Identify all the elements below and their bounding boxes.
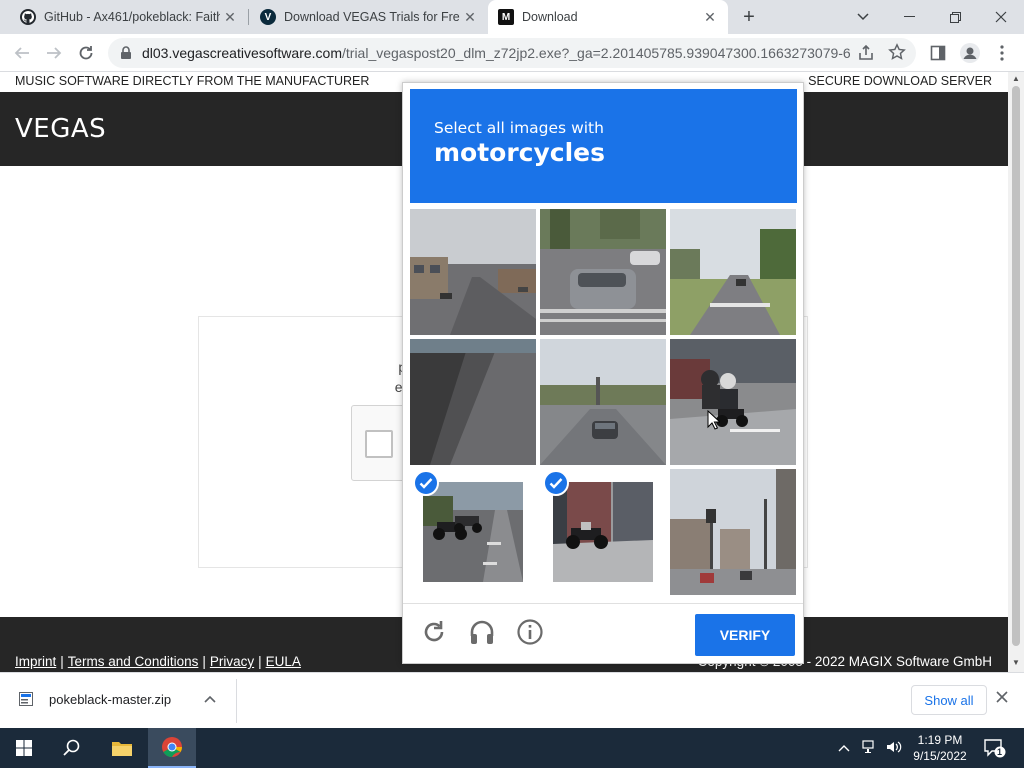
scroll-up-icon[interactable]: ▲ <box>1008 72 1024 86</box>
vegas-logo[interactable]: VEGAS <box>15 114 106 144</box>
volume-icon[interactable] <box>886 740 902 757</box>
tile-image <box>423 482 523 582</box>
motorcyclists-image <box>670 339 796 465</box>
download-filename: pokeblack-master.zip <box>49 691 172 707</box>
tab-github[interactable]: GitHub - Ax461/pokeblack: Faithf ✕ <box>0 0 248 34</box>
reload-icon[interactable] <box>72 39 100 67</box>
windows-start-icon[interactable] <box>0 728 48 768</box>
scrollbar-thumb[interactable] <box>1012 86 1020 646</box>
city-street-image <box>670 469 796 595</box>
address-bar[interactable]: dl03.vegascreativesoftware.com/trial_veg… <box>108 38 916 68</box>
close-icon[interactable] <box>996 690 1008 708</box>
divider <box>236 679 237 723</box>
reload-icon[interactable] <box>420 618 448 646</box>
tree-road-image <box>670 209 796 335</box>
tab-download[interactable]: M Download ✕ <box>488 0 728 34</box>
secure-server-label: SECURE DOWNLOAD SERVER <box>808 74 992 88</box>
windows-taskbar: 1:19 PM 9/15/2022 1 <box>0 728 1024 768</box>
file-explorer-icon[interactable] <box>98 728 146 768</box>
captcha-tile[interactable] <box>410 339 536 465</box>
verify-button[interactable]: VERIFY <box>695 614 795 656</box>
parked-motorcycles-image <box>423 482 523 582</box>
share-icon[interactable] <box>858 44 876 67</box>
zip-file-icon <box>18 691 34 707</box>
clock-date: 9/15/2022 <box>913 749 967 763</box>
search-icon[interactable] <box>48 728 96 768</box>
captcha-tile[interactable] <box>410 209 536 335</box>
side-panel-icon[interactable] <box>924 39 952 67</box>
terms-link[interactable]: Terms and Conditions <box>68 654 199 669</box>
tile-image <box>553 482 653 582</box>
info-icon[interactable] <box>516 618 544 646</box>
network-icon[interactable] <box>862 740 878 757</box>
profile-avatar-icon[interactable] <box>956 39 984 67</box>
restore-button[interactable] <box>932 0 978 34</box>
captcha-tile-selected[interactable] <box>410 469 536 595</box>
street-image <box>410 209 536 335</box>
captcha-challenge: Select all images with motorcycles VERIF… <box>402 82 804 664</box>
tab-title: Download <box>522 10 578 24</box>
scroll-down-icon[interactable]: ▼ <box>1008 656 1024 670</box>
captcha-tile[interactable] <box>670 469 796 595</box>
show-all-button[interactable]: Show all <box>911 685 987 715</box>
browser-toolbar: dl03.vegascreativesoftware.com/trial_veg… <box>0 34 1024 72</box>
url-text: dl03.vegascreativesoftware.com/trial_veg… <box>142 45 850 61</box>
magix-icon: M <box>498 9 514 25</box>
footer-links: Imprint | Terms and Conditions | Privacy | EUL… <box>15 654 301 669</box>
close-icon[interactable]: ✕ <box>220 9 240 26</box>
chevron-up-icon[interactable] <box>838 740 850 755</box>
captcha-tile[interactable] <box>670 209 796 335</box>
tab-title: GitHub - Ax461/pokeblack: Faithf <box>44 10 220 24</box>
close-icon[interactable]: ✕ <box>700 9 720 26</box>
tagline: MUSIC SOFTWARE DIRECTLY FROM THE MANUFAC… <box>15 74 370 88</box>
asphalt-image <box>410 339 536 465</box>
page-scrollbar[interactable]: ▲ ▼ <box>1008 72 1024 672</box>
download-shelf: pokeblack-master.zip Show all <box>0 672 1024 728</box>
download-item[interactable]: pokeblack-master.zip <box>18 691 171 707</box>
challenge-header: Select all images with motorcycles <box>410 89 797 203</box>
challenge-keyword: motorcycles <box>434 138 606 167</box>
github-icon <box>20 9 36 25</box>
chrome-icon[interactable] <box>148 728 196 768</box>
challenge-footer: VERIFY <box>403 603 803 663</box>
privacy-link[interactable]: Privacy <box>210 654 254 669</box>
captcha-tile[interactable] <box>670 339 796 465</box>
tab-search-icon[interactable] <box>840 0 886 34</box>
url-host: dl03.vegascreativesoftware.com <box>142 45 342 61</box>
url-path: /trial_vegaspost20_dlm_z72jp2.exe?_ga=2.… <box>342 45 850 61</box>
captcha-tile-selected[interactable] <box>540 469 666 595</box>
captcha-tile[interactable] <box>540 339 666 465</box>
system-clock[interactable]: 1:19 PM 9/15/2022 <box>910 732 970 764</box>
tab-vegas[interactable]: V Download VEGAS Trials for Free | ✕ <box>248 0 488 34</box>
recaptcha-checkbox[interactable] <box>365 430 393 458</box>
recaptcha-widget <box>351 405 405 481</box>
forward-icon[interactable] <box>40 39 68 67</box>
mouse-cursor-icon <box>707 409 722 435</box>
eula-link[interactable]: EULA <box>266 654 301 669</box>
tab-title: Download VEGAS Trials for Free | <box>284 10 460 24</box>
headphones-icon[interactable] <box>468 618 496 646</box>
tab-strip: GitHub - Ax461/pokeblack: Faithf ✕ V Dow… <box>0 0 1024 34</box>
new-tab-button[interactable]: + <box>726 0 772 34</box>
captcha-tile[interactable] <box>540 209 666 335</box>
imprint-link[interactable]: Imprint <box>15 654 56 669</box>
back-icon[interactable] <box>8 39 36 67</box>
clock-time: 1:19 PM <box>917 733 963 747</box>
bookmark-star-icon[interactable] <box>888 43 906 66</box>
challenge-prompt: Select all images with <box>434 119 604 137</box>
chevron-up-icon[interactable] <box>204 691 216 706</box>
minimize-button[interactable] <box>886 0 932 34</box>
lock-icon[interactable] <box>120 46 134 60</box>
sidewalk-motorcycle-image <box>553 482 653 582</box>
close-window-button[interactable] <box>978 0 1024 34</box>
car-road-image <box>540 339 666 465</box>
vegas-icon: V <box>260 9 276 25</box>
notification-count: 1 <box>997 747 1003 757</box>
checkmark-icon <box>413 470 439 496</box>
notification-icon[interactable] <box>984 738 1006 761</box>
checkmark-icon <box>543 470 569 496</box>
close-icon[interactable]: ✕ <box>460 9 480 26</box>
menu-kebab-icon[interactable] <box>988 39 1016 67</box>
crashed-car-image <box>540 209 666 335</box>
